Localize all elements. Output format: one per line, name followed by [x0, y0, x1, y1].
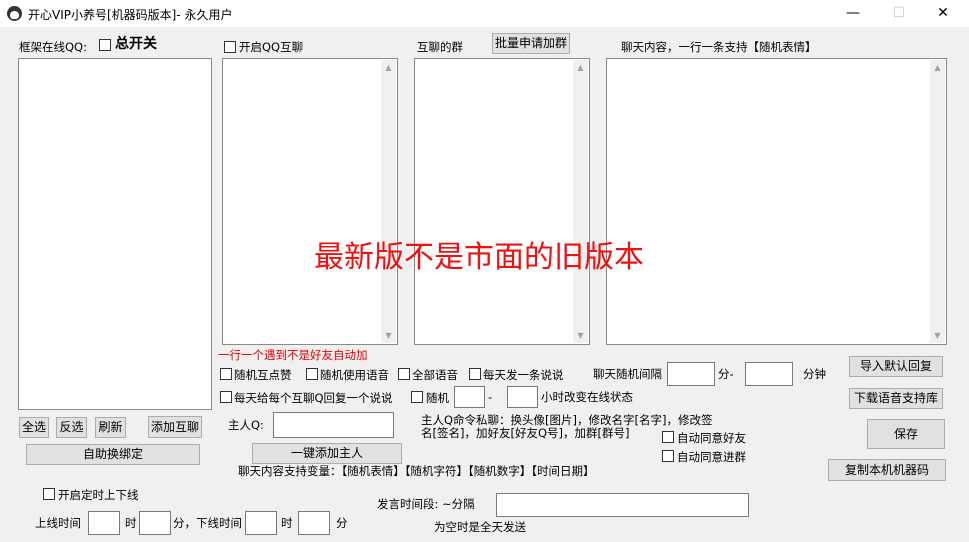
scroll-down-icon[interactable]: ▼ [381, 328, 396, 343]
select-all-button[interactable]: 全选 [19, 417, 49, 438]
auto-accept-friend-checkbox[interactable] [662, 431, 674, 443]
change-status-label: 小时改变在线状态 [541, 390, 633, 404]
daily-reply-label: 每天给每个互聊Q回复一个说说 [234, 391, 393, 405]
interval-min-dash: 分- [718, 367, 734, 381]
offline-minute-unit: 分 [336, 516, 348, 530]
interval-max-input[interactable] [745, 362, 793, 386]
save-button[interactable]: 保存 [867, 419, 945, 449]
random-status-checkbox[interactable] [411, 391, 423, 403]
window-title: 开心VIP小养号[机器码版本]- 永久用户 [28, 8, 233, 22]
online-minute-input[interactable] [139, 511, 171, 535]
batch-join-group-button[interactable]: 批量申请加群 [492, 33, 570, 54]
import-default-reply-button[interactable]: 导入默认回复 [849, 356, 943, 377]
speak-period-label: 发言时间段: ~分隔 [377, 497, 475, 511]
owner-commands-line2: 名[签名]，加好友[好友Q号]，加群[群号] [421, 426, 630, 440]
app-logo-icon [7, 6, 22, 21]
master-switch-label: 总开关 [115, 36, 157, 52]
promo-banner: 最新版不是市面的旧版本 [314, 240, 644, 275]
enable-qq-chat-label: 开启QQ互聊 [239, 40, 304, 54]
offline-hour-unit: 时 [281, 516, 293, 530]
status-hours-dash: - [488, 390, 493, 404]
minimize-button[interactable]: — [830, 0, 876, 27]
enable-qq-chat-checkbox[interactable] [224, 41, 236, 53]
refresh-button[interactable]: 刷新 [95, 417, 126, 438]
download-voice-lib-button[interactable]: 下载语音支持库 [849, 388, 943, 409]
random-like-checkbox[interactable] [220, 368, 232, 380]
owner-q-input[interactable] [273, 412, 394, 438]
empty-all-day-note: 为空时是全天发送 [434, 520, 526, 534]
scroll-up-icon[interactable]: ▲ [573, 60, 588, 75]
online-hour-input[interactable] [88, 511, 120, 535]
chat-variables-label: 聊天内容支持变量：【随机表情】【随机字符】【随机数字】【时间日期】 [238, 464, 595, 478]
offline-hour-input[interactable] [245, 511, 277, 535]
offline-time-label: 分，下线时间 [173, 516, 242, 530]
auto-accept-group-checkbox[interactable] [662, 450, 674, 462]
mutual-groups-label: 互聊的群 [417, 40, 463, 54]
random-like-label: 随机互点赞 [234, 368, 292, 382]
random-voice-label: 随机使用语音 [320, 368, 389, 382]
online-time-label: 上线时间 [35, 516, 81, 530]
add-mutual-button[interactable]: 添加互聊 [148, 416, 202, 438]
chat-content-textarea[interactable]: ▲ ▼ [606, 58, 947, 345]
owner-q-label: 主人Q: [228, 418, 264, 432]
speak-period-input[interactable] [496, 493, 749, 517]
timed-online-label: 开启定时上下线 [58, 488, 139, 502]
all-voice-label: 全部语音 [412, 368, 458, 382]
interval-min-input[interactable] [667, 362, 715, 386]
mutual-qq-scrollbar[interactable]: ▲ ▼ [381, 60, 396, 343]
random-voice-checkbox[interactable] [306, 368, 318, 380]
timed-online-checkbox[interactable] [43, 488, 55, 500]
add-owner-button[interactable]: 一键添加主人 [252, 443, 402, 464]
chat-content-scrollbar[interactable]: ▲ ▼ [930, 60, 945, 343]
daily-reply-checkbox[interactable] [220, 391, 232, 403]
scroll-up-icon[interactable]: ▲ [930, 60, 945, 75]
random-interval-label: 聊天随机间隔 [593, 367, 662, 381]
maximize-button[interactable]: ☐ [876, 0, 922, 27]
mutual-groups-textarea[interactable]: ▲ ▼ [414, 58, 590, 345]
owner-commands-line1: 主人Q命令私聊：换头像[图片]，修改名字[名字]，修改签 [421, 413, 713, 427]
frame-online-qq-label: 框架在线QQ: [19, 40, 87, 54]
auto-add-friend-note: 一行一个遇到不是好友自动加 [218, 348, 368, 362]
status-hours-max-input[interactable] [507, 386, 538, 408]
daily-post-checkbox[interactable] [469, 368, 481, 380]
close-button[interactable]: ✕ [920, 0, 966, 27]
status-hours-min-input[interactable] [454, 386, 485, 408]
online-qq-list[interactable] [18, 58, 212, 410]
random-status-label: 随机 [426, 391, 449, 405]
invert-selection-button[interactable]: 反选 [56, 417, 87, 438]
scroll-down-icon[interactable]: ▼ [930, 328, 945, 343]
all-voice-checkbox[interactable] [398, 368, 410, 380]
groups-scrollbar[interactable]: ▲ ▼ [573, 60, 588, 343]
copy-machine-code-button[interactable]: 复制本机机器码 [828, 459, 946, 481]
offline-minute-input[interactable] [298, 511, 330, 535]
scroll-up-icon[interactable]: ▲ [381, 60, 396, 75]
auto-accept-group-label: 自动同意进群 [677, 450, 746, 464]
mutual-qq-textarea[interactable]: ▲ ▼ [222, 58, 398, 345]
master-switch-checkbox[interactable] [99, 39, 111, 51]
chat-content-label: 聊天内容，一行一条支持【随机表情】 [621, 40, 817, 54]
scroll-down-icon[interactable]: ▼ [573, 328, 588, 343]
auto-accept-friend-label: 自动同意好友 [677, 431, 746, 445]
online-hour-unit: 时 [125, 516, 137, 530]
auto-bind-button[interactable]: 自助换绑定 [26, 444, 200, 465]
daily-post-label: 每天发一条说说 [483, 368, 564, 382]
interval-minute-unit: 分钟 [803, 367, 826, 381]
